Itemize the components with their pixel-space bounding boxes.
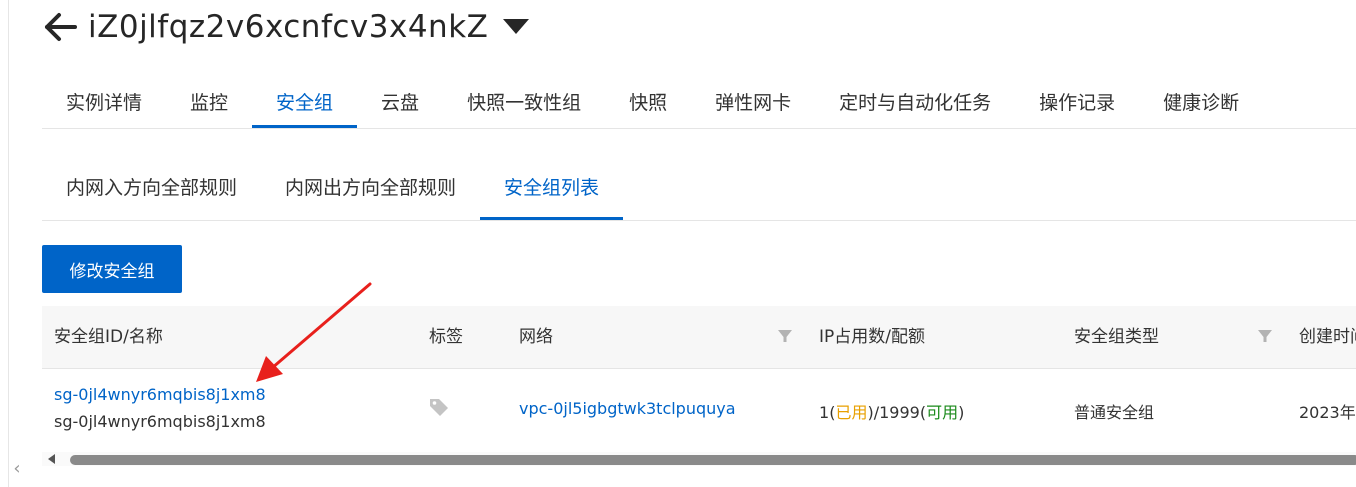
table-row: sg-0jl4wnyr6mqbis8j1xm8 sg-0jl4wnyr6mqbi… [42,369,1356,446]
subtab-outbound-rules[interactable]: 内网出方向全部规则 [261,160,480,220]
tab-monitoring[interactable]: 监控 [166,80,252,128]
filter-icon[interactable] [1257,328,1273,344]
column-header-sg-type: 安全组类型 [1074,327,1159,347]
created-time: 2023年 [1299,403,1356,422]
modify-security-group-button[interactable]: 修改安全组 [42,245,182,293]
ip-used-count: 1 [819,403,830,422]
tab-cloud-disks[interactable]: 云盘 [357,80,443,128]
caret-down-icon[interactable] [502,13,530,41]
security-group-subtabs: 内网入方向全部规则 内网出方向全部规则 安全组列表 [42,160,1356,221]
security-group-type: 普通安全组 [1074,403,1155,422]
tab-health-diagnosis[interactable]: 健康诊断 [1139,80,1263,128]
ip-quota: 1999 [879,403,920,422]
column-header-tags: 标签 [429,327,463,347]
tab-scheduled-tasks[interactable]: 定时与自动化任务 [815,80,1015,128]
page-header: iZ0jlfqz2v6xcnfcv3x4nkZ [40,6,530,48]
scrollbar-thumb[interactable] [70,455,1356,465]
instance-tabs: 实例详情 监控 安全组 云盘 快照一致性组 快照 弹性网卡 定时与自动化任务 操… [42,80,1356,129]
column-header-created-time: 创建时间 [1299,327,1356,347]
column-header-ip-usage: IP占用数/配额 [819,327,925,347]
security-group-name: sg-0jl4wnyr6mqbis8j1xm8 [54,412,266,431]
subtab-inbound-rules[interactable]: 内网入方向全部规则 [42,160,261,220]
ip-used-label: 已用 [835,403,868,422]
security-group-id-link[interactable]: sg-0jl4wnyr6mqbis8j1xm8 [54,385,266,404]
column-header-network: 网络 [519,327,553,347]
expand-sidebar-button[interactable]: ‹ [4,452,30,484]
chevron-left-icon: ‹ [13,457,21,479]
horizontal-scrollbar[interactable] [42,452,1356,466]
scroll-left-arrow-icon[interactable] [48,454,55,464]
tab-operation-logs[interactable]: 操作记录 [1015,80,1139,128]
subtab-security-group-list[interactable]: 安全组列表 [480,160,624,220]
tab-instance-details[interactable]: 实例详情 [42,80,166,128]
tab-security-groups[interactable]: 安全组 [252,80,358,128]
table-header: 安全组ID/名称 标签 网络 IP占用数/配额 安全组类型 创建时间 [42,306,1356,369]
security-group-table: 安全组ID/名称 标签 网络 IP占用数/配额 安全组类型 创建时间 sg-0j… [42,306,1356,446]
tab-elastic-nics[interactable]: 弹性网卡 [691,80,815,128]
tab-snapshot-consistency-groups[interactable]: 快照一致性组 [443,80,605,128]
ip-usage: 1(已用)/1999(可用) [819,403,965,422]
ip-available-label: 可用 [926,403,959,422]
arrow-left-icon[interactable] [40,7,80,47]
filter-icon[interactable] [777,328,793,344]
left-rail [0,0,9,487]
page-title: iZ0jlfqz2v6xcnfcv3x4nkZ [88,9,489,45]
tag-icon[interactable] [428,397,450,421]
vpc-link[interactable]: vpc-0jl5igbgtwk3tclpuquya [519,399,736,418]
tab-snapshots[interactable]: 快照 [605,80,691,128]
column-header-id-name: 安全组ID/名称 [54,327,163,347]
